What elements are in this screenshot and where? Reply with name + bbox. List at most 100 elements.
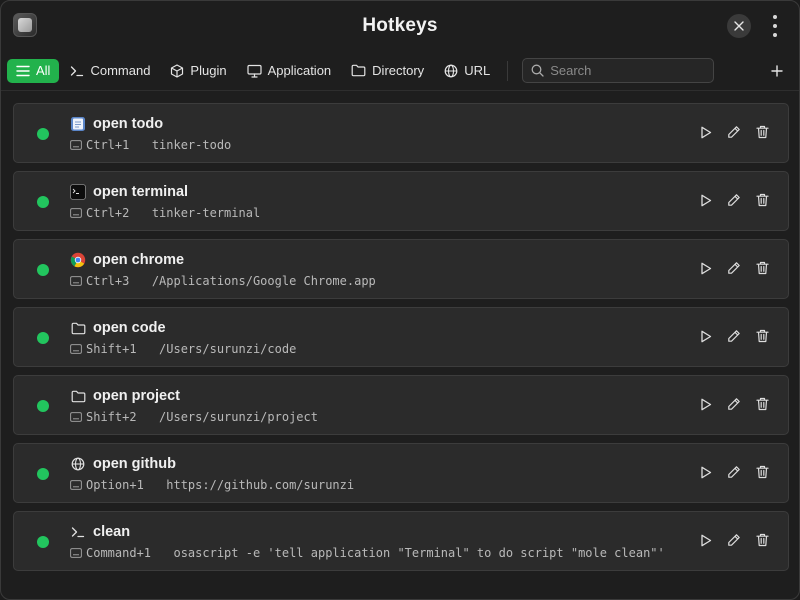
edit-button[interactable] xyxy=(726,464,742,480)
monitor-icon xyxy=(246,64,262,78)
status-indicator[interactable] xyxy=(37,196,49,208)
filter-tab-bar: All Command Plugin Application Directory… xyxy=(1,51,799,91)
cube-icon xyxy=(171,63,184,78)
keyboard-icon xyxy=(70,208,82,218)
pencil-icon xyxy=(728,330,740,342)
chrome-icon xyxy=(70,252,86,268)
status-indicator[interactable] xyxy=(37,332,49,344)
run-button[interactable] xyxy=(698,192,714,208)
window-title: Hotkeys xyxy=(362,15,438,36)
edit-button[interactable] xyxy=(726,396,742,412)
terminal-app-icon xyxy=(70,184,86,200)
trash-icon xyxy=(755,329,769,343)
trash-icon xyxy=(755,125,769,139)
trash-icon xyxy=(755,533,769,547)
close-icon xyxy=(734,21,744,31)
tab-plugin[interactable]: Plugin xyxy=(161,59,235,83)
hotkey-shortcut: Shift+1 xyxy=(86,342,137,356)
folder-icon xyxy=(70,388,86,404)
hotkey-name: open terminal xyxy=(93,184,189,200)
more-dot-icon xyxy=(773,23,777,28)
more-dot-icon xyxy=(773,32,777,37)
hotkey-name: open code xyxy=(93,320,166,336)
play-icon xyxy=(701,398,712,410)
pencil-icon xyxy=(728,466,740,478)
edit-button[interactable] xyxy=(726,192,742,208)
play-icon xyxy=(701,126,712,138)
hotkey-row[interactable]: open terminal Ctrl+2 tinker-terminal xyxy=(13,171,789,231)
tab-command[interactable]: Command xyxy=(61,59,159,83)
hotkey-row[interactable]: open todo Ctrl+1 tinker-todo xyxy=(13,103,789,163)
pencil-icon xyxy=(728,262,740,274)
tab-directory[interactable]: Directory xyxy=(342,59,433,83)
search-box[interactable] xyxy=(522,58,715,83)
delete-button[interactable] xyxy=(754,260,770,276)
delete-button[interactable] xyxy=(754,396,770,412)
edit-button[interactable] xyxy=(726,328,742,344)
hotkey-name: clean xyxy=(93,524,131,540)
hotkey-row[interactable]: open code Shift+1 /Users/surunzi/code xyxy=(13,307,789,367)
terminal-prompt-icon xyxy=(70,524,86,540)
run-button[interactable] xyxy=(698,124,714,140)
hotkey-list: open todo Ctrl+1 tinker-todo open termin… xyxy=(13,103,789,579)
delete-button[interactable] xyxy=(754,532,770,548)
edit-button[interactable] xyxy=(726,124,742,140)
hotkey-row[interactable]: open chrome Ctrl+3 /Applications/Google … xyxy=(13,239,789,299)
run-button[interactable] xyxy=(698,328,714,344)
tab-all[interactable]: All xyxy=(7,58,60,83)
hotkey-target: osascript -e 'tell application "Terminal… xyxy=(173,546,665,560)
delete-button[interactable] xyxy=(754,124,770,140)
trash-icon xyxy=(755,397,769,411)
tab-application[interactable]: Application xyxy=(238,59,341,83)
search-icon xyxy=(531,64,544,77)
hotkey-shortcut: Ctrl+1 xyxy=(86,138,130,152)
status-indicator[interactable] xyxy=(37,264,49,276)
delete-button[interactable] xyxy=(754,328,770,344)
globe-icon xyxy=(444,64,458,77)
edit-button[interactable] xyxy=(726,260,742,276)
keyboard-icon xyxy=(70,480,82,490)
edit-button[interactable] xyxy=(726,532,742,548)
play-icon xyxy=(701,466,712,478)
globe-icon xyxy=(70,456,86,472)
pencil-icon xyxy=(728,534,740,546)
hotkey-row[interactable]: clean Command+1 osascript -e 'tell appli… xyxy=(13,511,789,571)
run-button[interactable] xyxy=(698,396,714,412)
keyboard-icon xyxy=(70,344,82,354)
plus-icon xyxy=(771,65,783,77)
hotkey-target: /Users/surunzi/project xyxy=(159,410,318,424)
hotkey-row[interactable]: open github Option+1 https://github.com/… xyxy=(13,443,789,503)
hotkey-row[interactable]: open project Shift+2 /Users/surunzi/proj… xyxy=(13,375,789,435)
hotkey-shortcut: Option+1 xyxy=(86,478,144,492)
toolbar-divider xyxy=(507,60,509,81)
folder-icon xyxy=(70,320,86,336)
hotkey-target: https://github.com/surunzi xyxy=(166,478,355,492)
run-button[interactable] xyxy=(698,260,714,276)
app-icon xyxy=(13,13,37,37)
run-button[interactable] xyxy=(698,532,714,548)
tab-label: Command xyxy=(90,63,151,78)
hotkey-shortcut: Ctrl+2 xyxy=(86,206,130,220)
hotkey-shortcut: Command+1 xyxy=(86,546,152,560)
pencil-icon xyxy=(728,126,740,138)
status-indicator[interactable] xyxy=(37,536,49,548)
hotkeys-window: Hotkeys All Command Plugin Application D… xyxy=(0,0,800,600)
more-options-button[interactable] xyxy=(769,13,781,39)
play-icon xyxy=(701,262,712,274)
keyboard-icon xyxy=(70,140,82,150)
search-input[interactable] xyxy=(550,63,701,78)
close-button[interactable] xyxy=(727,14,751,38)
status-indicator[interactable] xyxy=(37,468,49,480)
status-indicator[interactable] xyxy=(37,128,49,140)
tab-url[interactable]: URL xyxy=(435,59,499,83)
run-button[interactable] xyxy=(698,464,714,480)
hotkey-name: open github xyxy=(93,456,176,472)
pencil-icon xyxy=(728,398,740,410)
keyboard-icon xyxy=(70,276,82,286)
more-dot-icon xyxy=(773,15,777,20)
menu-icon xyxy=(16,65,30,76)
delete-button[interactable] xyxy=(754,192,770,208)
delete-button[interactable] xyxy=(754,464,770,480)
add-hotkey-button[interactable] xyxy=(767,61,787,81)
status-indicator[interactable] xyxy=(37,400,49,412)
